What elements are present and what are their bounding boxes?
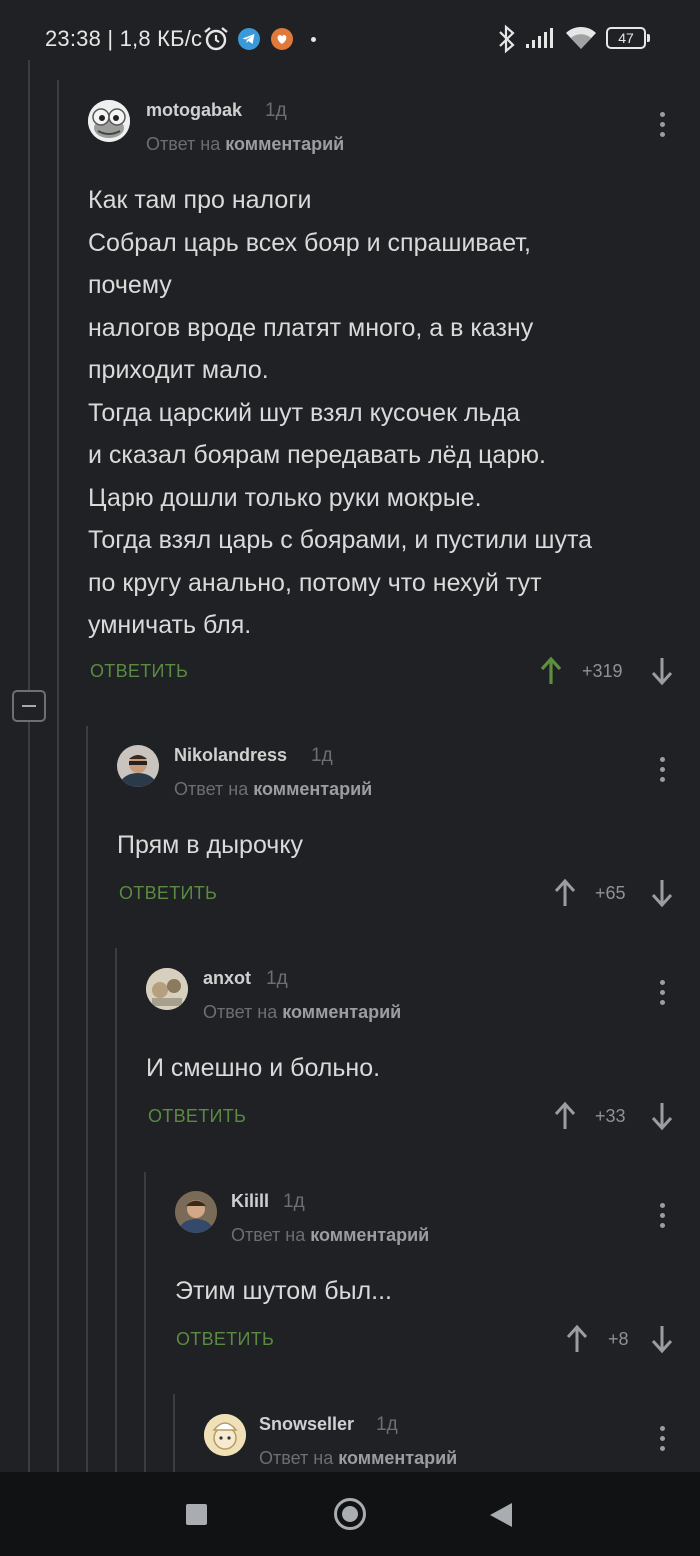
- reply-to-link[interactable]: комментарий: [282, 1002, 401, 1022]
- reply-to-label: Ответ на комментарий: [174, 779, 372, 800]
- comment-score: +33: [595, 1106, 626, 1126]
- reply-to-link[interactable]: комментарий: [253, 779, 372, 799]
- downvote-arrow-icon[interactable]: [651, 1101, 673, 1131]
- comment-text: Как там про налоги Собрал царь всех бояр…: [88, 186, 593, 639]
- photo-avatar-icon: [146, 968, 188, 1010]
- thread-line: [57, 80, 59, 1472]
- battery-level: 47: [618, 30, 634, 46]
- signal-icon: [526, 28, 553, 48]
- reply-to-link[interactable]: комментарий: [225, 134, 344, 154]
- reply-to-prefix: Ответ на: [203, 1002, 278, 1022]
- comment-text: Этим шутом был...: [175, 1277, 392, 1305]
- more-options-icon[interactable]: [658, 112, 666, 142]
- status-time-speed: 23:38 | 1,8 КБ/с: [45, 26, 203, 51]
- square-icon[interactable]: [186, 1504, 207, 1525]
- navigation-bar: [0, 1472, 700, 1556]
- comment: Nikolandress 1д Ответ на комментарий Пря…: [117, 745, 688, 915]
- reply-to-label: Ответ на комментарий: [203, 1002, 401, 1023]
- comment-time: 1д: [265, 100, 287, 121]
- reply-button[interactable]: ОТВЕТИТЬ: [90, 661, 188, 682]
- avatar[interactable]: [175, 1191, 217, 1233]
- comment-time: 1д: [266, 968, 288, 989]
- thread-line: [28, 60, 30, 690]
- comment-text: Прям в дырочку: [117, 831, 304, 859]
- more-options-icon[interactable]: [658, 757, 666, 787]
- reply-to-label: Ответ на комментарий: [146, 134, 344, 155]
- upvote-arrow-icon[interactable]: [540, 656, 562, 686]
- reply-to-label: Ответ на комментарий: [231, 1225, 429, 1246]
- upvote-arrow-icon[interactable]: [554, 1101, 576, 1131]
- downvote-arrow-icon[interactable]: [651, 1324, 673, 1354]
- reply-button[interactable]: ОТВЕТИТЬ: [119, 883, 217, 904]
- status-bar: 23:38 | 1,8 КБ/с 47: [0, 0, 700, 78]
- reply-to-link[interactable]: комментарий: [310, 1225, 429, 1245]
- reply-to-label: Ответ на комментарий: [259, 1448, 457, 1469]
- screen: 23:38 | 1,8 КБ/с 47 motogabak 1д Ответ н…: [0, 0, 700, 1556]
- app-icon: [271, 28, 293, 50]
- username[interactable]: anxot: [203, 968, 251, 989]
- avatar[interactable]: [88, 100, 130, 142]
- reply-to-prefix: Ответ на: [259, 1448, 334, 1468]
- upvote-arrow-icon[interactable]: [566, 1324, 588, 1354]
- thread-line: [144, 1172, 146, 1472]
- thread-line: [173, 1394, 175, 1472]
- more-options-icon[interactable]: [658, 1426, 666, 1456]
- username[interactable]: Nikolandress: [174, 745, 287, 766]
- comment: Snowseller 1д Ответ на комментарий: [204, 1414, 688, 1472]
- battery-tip: [647, 34, 650, 42]
- username[interactable]: motogabak: [146, 100, 242, 121]
- cartoon-avatar-icon: [204, 1414, 246, 1456]
- thread-line: [86, 726, 88, 1472]
- circle-icon[interactable]: [334, 1498, 366, 1530]
- bluetooth-icon: [499, 24, 515, 54]
- reply-to-prefix: Ответ на: [174, 779, 249, 799]
- thread-line: [28, 722, 30, 1472]
- reply-button[interactable]: ОТВЕТИТЬ: [148, 1106, 246, 1127]
- comment-time: 1д: [283, 1191, 305, 1212]
- comment-score: +8: [608, 1329, 629, 1349]
- reply-to-prefix: Ответ на: [146, 134, 221, 154]
- comment-text: И смешно и больно.: [146, 1054, 381, 1082]
- wifi-icon: [566, 27, 596, 49]
- back-triangle-icon[interactable]: [488, 1501, 514, 1529]
- upvote-arrow-icon[interactable]: [554, 878, 576, 908]
- downvote-arrow-icon[interactable]: [651, 656, 673, 686]
- reply-to-link[interactable]: комментарий: [338, 1448, 457, 1468]
- battery-icon: 47: [606, 27, 646, 49]
- comment-score: +319: [582, 661, 623, 681]
- more-options-icon[interactable]: [658, 1203, 666, 1233]
- frog-avatar-icon: [88, 100, 130, 142]
- comment: anxot 1д Ответ на комментарий И смешно и…: [146, 968, 688, 1138]
- comment: Kilill 1д Ответ на комментарий Этим шуто…: [175, 1191, 688, 1361]
- person-avatar-icon: [117, 745, 159, 787]
- comment: motogabak 1д Ответ на комментарий Как та…: [88, 100, 688, 690]
- more-options-icon[interactable]: [658, 980, 666, 1010]
- avatar[interactable]: [146, 968, 188, 1010]
- thread-line: [115, 948, 117, 1472]
- downvote-arrow-icon[interactable]: [651, 878, 673, 908]
- collapse-thread-button[interactable]: [12, 690, 46, 722]
- reply-to-prefix: Ответ на: [231, 1225, 306, 1245]
- avatar[interactable]: [204, 1414, 246, 1456]
- username[interactable]: Snowseller: [259, 1414, 354, 1435]
- person-avatar-icon: [175, 1191, 217, 1233]
- reply-button[interactable]: ОТВЕТИТЬ: [176, 1329, 274, 1350]
- comment-time: 1д: [376, 1414, 398, 1435]
- telegram-icon: [238, 28, 260, 50]
- dot-icon: [311, 37, 316, 42]
- alarm-icon: [204, 27, 228, 51]
- comment-time: 1д: [311, 745, 333, 766]
- avatar[interactable]: [117, 745, 159, 787]
- username[interactable]: Kilill: [231, 1191, 269, 1212]
- comment-score: +65: [595, 883, 626, 903]
